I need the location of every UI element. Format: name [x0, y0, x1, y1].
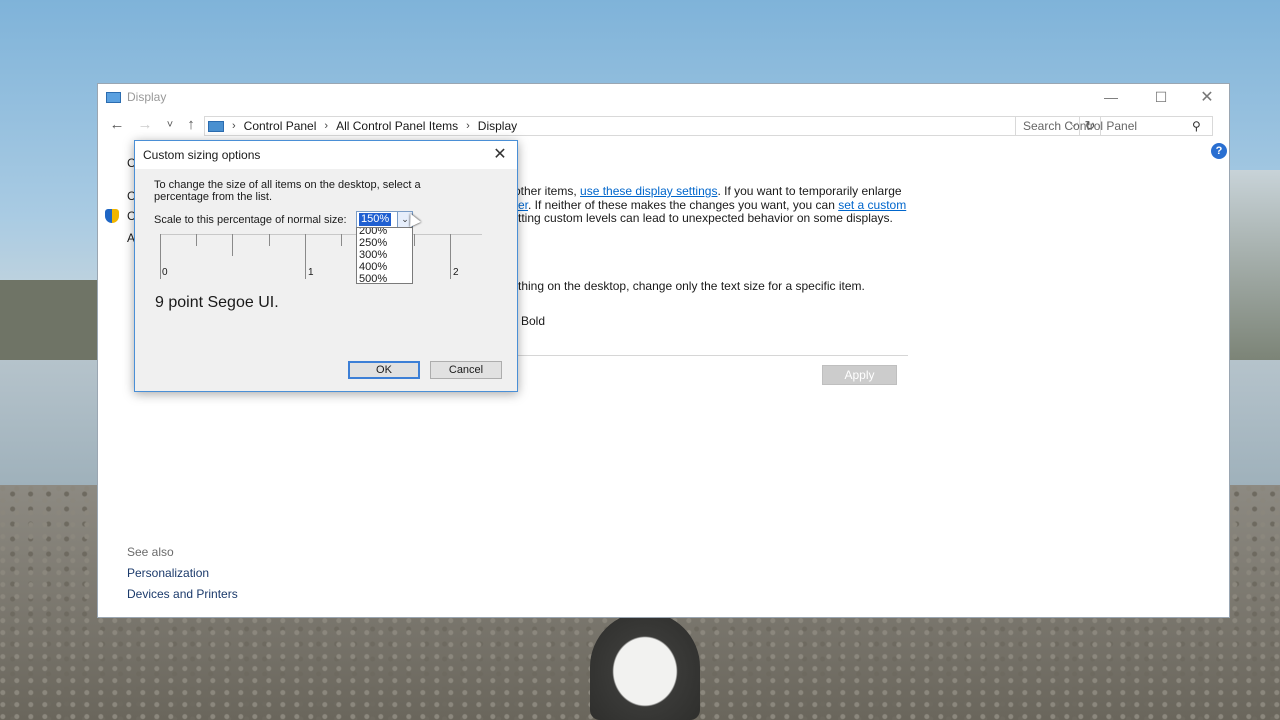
description-text: . If neither of these makes the changes … [528, 198, 839, 212]
ruler-tick [305, 234, 306, 279]
ruler-label: 0 [162, 267, 168, 278]
minimize-button[interactable]: — [1088, 84, 1134, 110]
wallpaper-penguin [590, 612, 700, 720]
custom-scaling-link[interactable]: set a custom [838, 198, 906, 212]
ok-button[interactable]: OK [348, 361, 420, 379]
scale-option[interactable]: 250% [357, 237, 412, 249]
ruler-tick [414, 234, 415, 246]
ruler-tick [196, 234, 197, 246]
personalization-link[interactable]: Personalization [127, 566, 209, 580]
navigation-bar: ← → ˅ ↑ › Control Panel › All Control Pa… [98, 114, 1229, 138]
breadcrumb-control-panel[interactable]: Control Panel [244, 119, 317, 133]
display-settings-link[interactable]: use these display settings [580, 184, 717, 198]
address-bar[interactable]: › Control Panel › All Control Panel Item… [204, 116, 1101, 136]
scale-option[interactable]: 200% [357, 228, 412, 237]
back-icon[interactable]: ← [108, 116, 126, 134]
scale-option[interactable]: 500% [357, 273, 412, 283]
breadcrumb-all-items[interactable]: All Control Panel Items [336, 119, 458, 133]
devices-printers-link[interactable]: Devices and Printers [127, 587, 238, 601]
breadcrumb-separator: › [324, 120, 329, 132]
bold-label: Bold [521, 314, 546, 328]
breadcrumb-separator: › [466, 120, 470, 132]
shield-icon [105, 209, 119, 223]
up-icon[interactable]: ↑ [182, 116, 200, 134]
ruler-tick [160, 234, 161, 279]
maximize-button[interactable]: ☐ [1138, 84, 1184, 110]
see-also-heading: See also [127, 545, 174, 559]
dialog-instructions: To change the size of all items on the d… [154, 179, 421, 203]
apply-button[interactable]: Apply [822, 365, 897, 385]
scale-option[interactable]: 300% [357, 249, 412, 261]
dialog-close-icon[interactable]: ✕ [491, 144, 509, 164]
scale-dropdown-list[interactable]: 200% 250% 300% 400% 500% [356, 227, 413, 284]
scale-ruler[interactable]: 0 1 2 [160, 234, 482, 279]
search-input[interactable]: Search Control Panel [1023, 119, 1192, 133]
text-size-description: thing on the desktop, change only the te… [518, 279, 865, 293]
breadcrumb-display[interactable]: Display [478, 119, 517, 133]
selected-scale[interactable]: 150% [359, 213, 392, 226]
ruler-label: 2 [453, 267, 459, 278]
ruler-tick [232, 234, 233, 256]
display-icon [106, 91, 121, 103]
description-line-2: er. If neither of these makes the change… [518, 198, 906, 212]
breadcrumb-separator: › [232, 120, 236, 132]
control-panel-icon [208, 120, 224, 132]
search-icon[interactable]: ⚲ [1192, 119, 1206, 133]
description-line-1: other items, use these display settings.… [514, 184, 902, 198]
recent-locations-icon[interactable]: ˅ [161, 116, 179, 134]
title-bar: Display — ☐ ✕ [98, 84, 1229, 110]
description-line-3: tting custom levels can lead to unexpect… [518, 211, 893, 225]
close-button[interactable]: ✕ [1184, 84, 1230, 110]
dialog-title-bar: Custom sizing options ✕ [135, 141, 517, 169]
description-text: other items, [514, 184, 581, 198]
scale-label: Scale to this percentage of normal size: [154, 214, 347, 226]
custom-sizing-dialog: Custom sizing options ✕ To change the si… [134, 140, 518, 392]
divider [516, 355, 908, 356]
scale-combobox[interactable]: 150% ⌄ [356, 211, 413, 228]
window-title: Display [127, 90, 167, 104]
ruler-tick [450, 234, 451, 279]
dialog-title: Custom sizing options [143, 148, 261, 162]
help-icon[interactable]: ? [1211, 143, 1227, 159]
sample-text: 9 point Segoe UI. [155, 294, 279, 311]
ruler-tick [269, 234, 270, 246]
scale-option[interactable]: 400% [357, 261, 412, 273]
ruler-label: 1 [308, 267, 314, 278]
cancel-button[interactable]: Cancel [430, 361, 502, 379]
search-box[interactable]: Search Control Panel ⚲ [1015, 116, 1213, 136]
ruler-baseline [160, 234, 482, 235]
magnifier-link[interactable]: er [518, 198, 528, 212]
forward-icon[interactable]: → [136, 116, 154, 134]
description-text: . If you want to temporarily enlarge [717, 184, 902, 198]
ruler-tick [341, 234, 342, 246]
